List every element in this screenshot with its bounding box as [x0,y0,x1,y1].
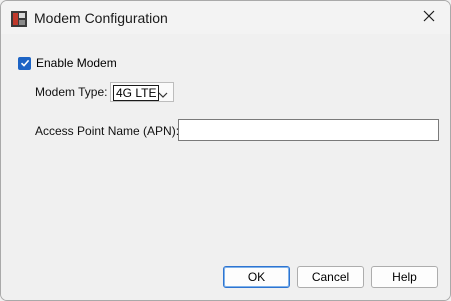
help-button[interactable]: Help [371,266,438,288]
close-button[interactable] [414,4,444,30]
app-logo-icon [11,11,27,27]
modem-configuration-dialog: Modem Configuration Enable Modem Modem T… [0,0,451,301]
modem-type-label: Modem Type: [35,85,108,99]
enable-modem-row: Enable Modem [18,56,117,70]
enable-modem-label: Enable Modem [36,56,117,70]
apn-input[interactable] [178,119,439,141]
modem-type-select[interactable]: 4G LTE [110,82,174,102]
enable-modem-checkbox[interactable] [18,56,31,70]
check-icon [20,59,29,67]
dialog-content: Enable Modem Modem Type: 4G LTE Access P… [1,34,450,300]
apn-label: Access Point Name (APN): [35,124,180,138]
modem-type-value: 4G LTE [113,85,160,101]
ok-button[interactable]: OK [223,266,290,288]
window-title: Modem Configuration [34,10,168,26]
chevron-down-icon [158,88,168,102]
close-icon [423,10,435,25]
title-bar: Modem Configuration [1,1,450,34]
cancel-button[interactable]: Cancel [297,266,364,288]
